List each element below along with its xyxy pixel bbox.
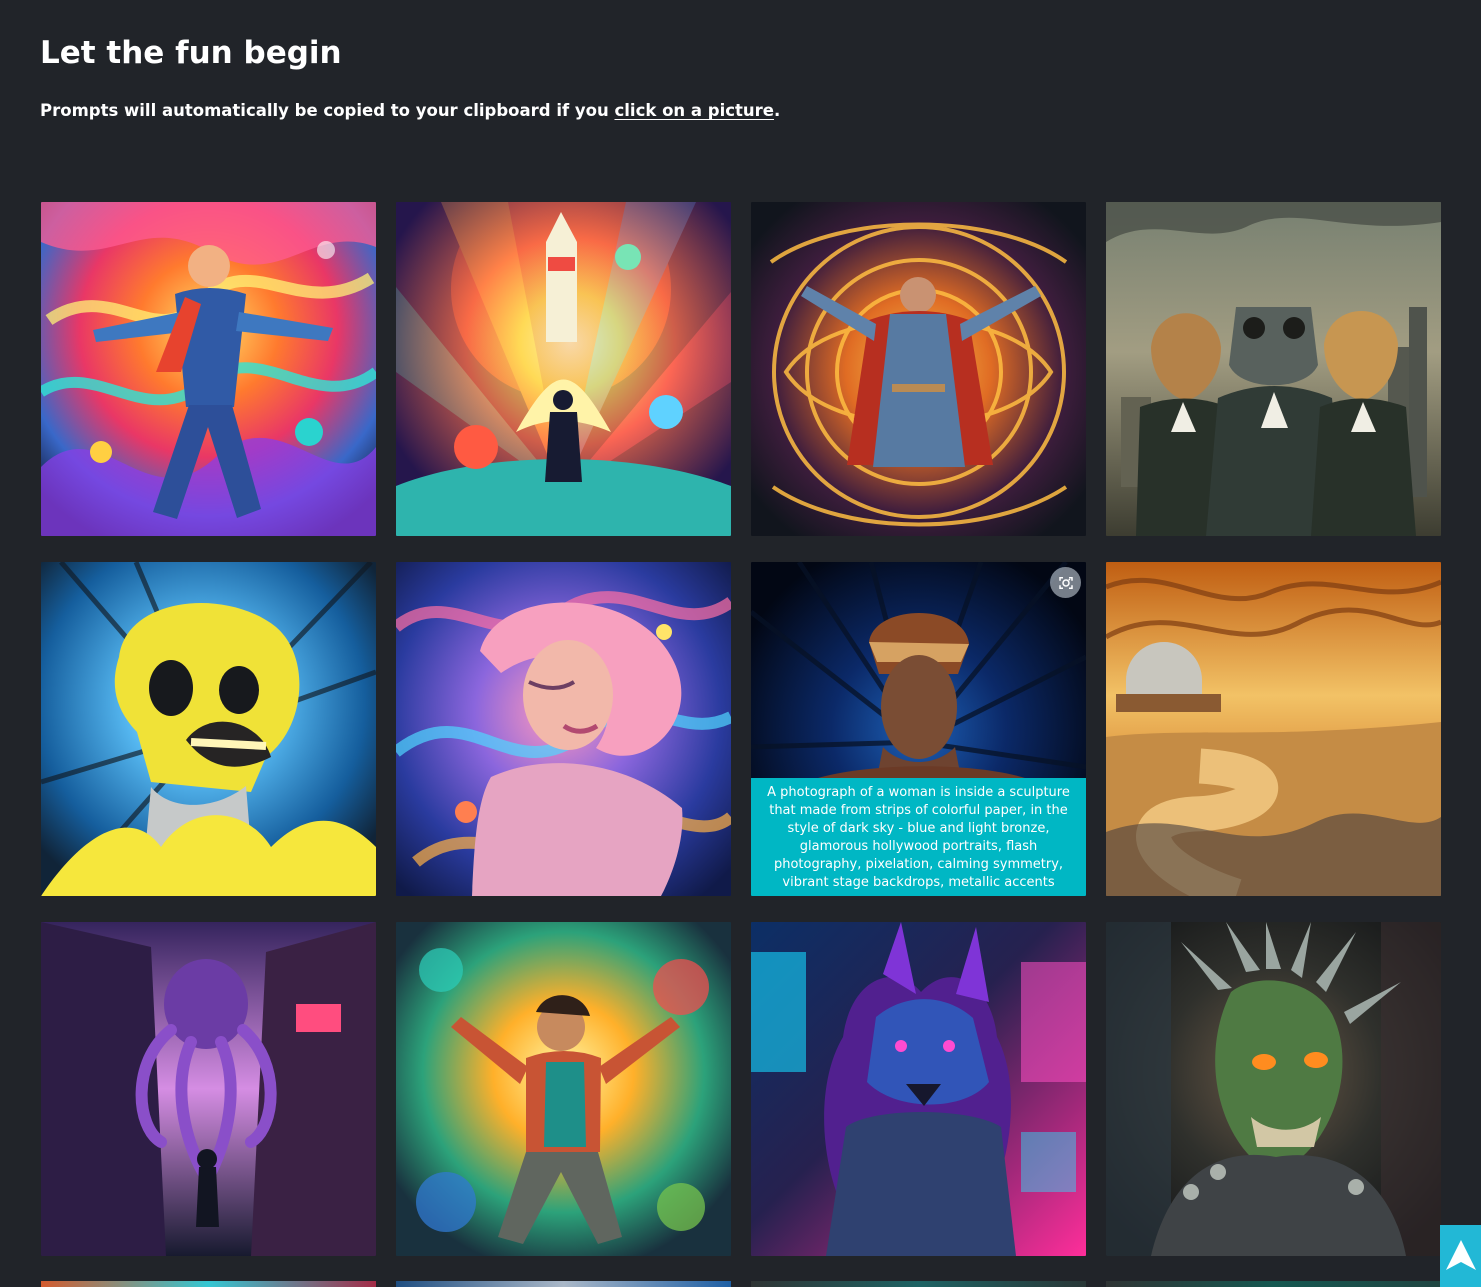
image-card-neon-wolf[interactable] [751, 922, 1086, 1256]
orange-landscape-image [1106, 562, 1441, 896]
image-card-orange-landscape[interactable] [1106, 562, 1441, 896]
lens-icon [1058, 576, 1073, 589]
sorcerer-mandala-image [751, 202, 1086, 536]
image-card-yellow-skull[interactable] [41, 562, 376, 896]
image-card-joyful-explorer[interactable] [396, 922, 731, 1256]
animal-suits-image [1106, 202, 1441, 536]
image-card-paper-sculpture-woman[interactable]: A photograph of a woman is inside a scul… [751, 562, 1086, 896]
clipboard-instructions: Prompts will automatically be copied to … [40, 100, 780, 122]
yellow-skull-image [41, 562, 376, 896]
prompt-gallery-page: Let the fun begin Prompts will automatic… [0, 0, 1481, 1287]
image-grid: A photograph of a woman is inside a scul… [41, 202, 1441, 1256]
scroll-to-top-button[interactable] [1440, 1225, 1481, 1287]
prompt-tooltip: A photograph of a woman is inside a scul… [751, 778, 1086, 896]
cosmic-hero-image [41, 202, 376, 536]
visual-search-button[interactable] [1050, 567, 1081, 598]
joyful-explorer-image [396, 922, 731, 1256]
image-card-spiked-creature[interactable] [1106, 922, 1441, 1256]
dreaming-woman-image [396, 562, 731, 896]
neon-wolf-image [751, 922, 1086, 1256]
preview-image-4 [1106, 1281, 1441, 1287]
image-card-rocket-launch[interactable] [396, 202, 731, 536]
click-picture-link[interactable]: click on a picture [614, 101, 774, 120]
image-card-cosmic-hero[interactable] [41, 202, 376, 536]
preview-image-1 [41, 1281, 376, 1287]
arrow-up-icon [1445, 1240, 1476, 1270]
image-card-dreaming-woman[interactable] [396, 562, 731, 896]
image-card-sorcerer-mandala[interactable] [751, 202, 1086, 536]
image-card-octopus-city[interactable] [41, 922, 376, 1256]
next-row-preview [41, 1281, 1441, 1287]
page-title: Let the fun begin [40, 35, 342, 71]
instructions-period: . [774, 101, 781, 120]
spiked-creature-image [1106, 922, 1441, 1256]
image-card-animal-suits[interactable] [1106, 202, 1441, 536]
rocket-launch-image [396, 202, 731, 536]
instructions-text: Prompts will automatically be copied to … [40, 101, 615, 120]
preview-image-2 [396, 1281, 731, 1287]
preview-image-3 [751, 1281, 1086, 1287]
octopus-city-image [41, 922, 376, 1256]
